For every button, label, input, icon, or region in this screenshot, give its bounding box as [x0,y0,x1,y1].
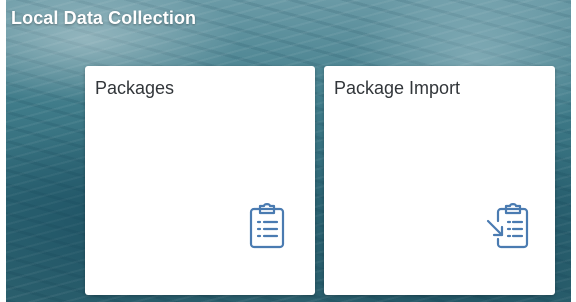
tile-package-import-label: Package Import [334,78,461,98]
tile-packages-label: Packages [95,78,175,98]
tile-package-import[interactable]: Package Import [324,66,555,295]
clipboard-import-icon [486,201,530,249]
group-title: Local Data Collection [11,8,197,28]
launchpad-page: Local Data Collection Packages Package I… [0,0,576,302]
clipboard-list-icon [245,201,289,249]
tile-packages[interactable]: Packages [85,66,315,295]
